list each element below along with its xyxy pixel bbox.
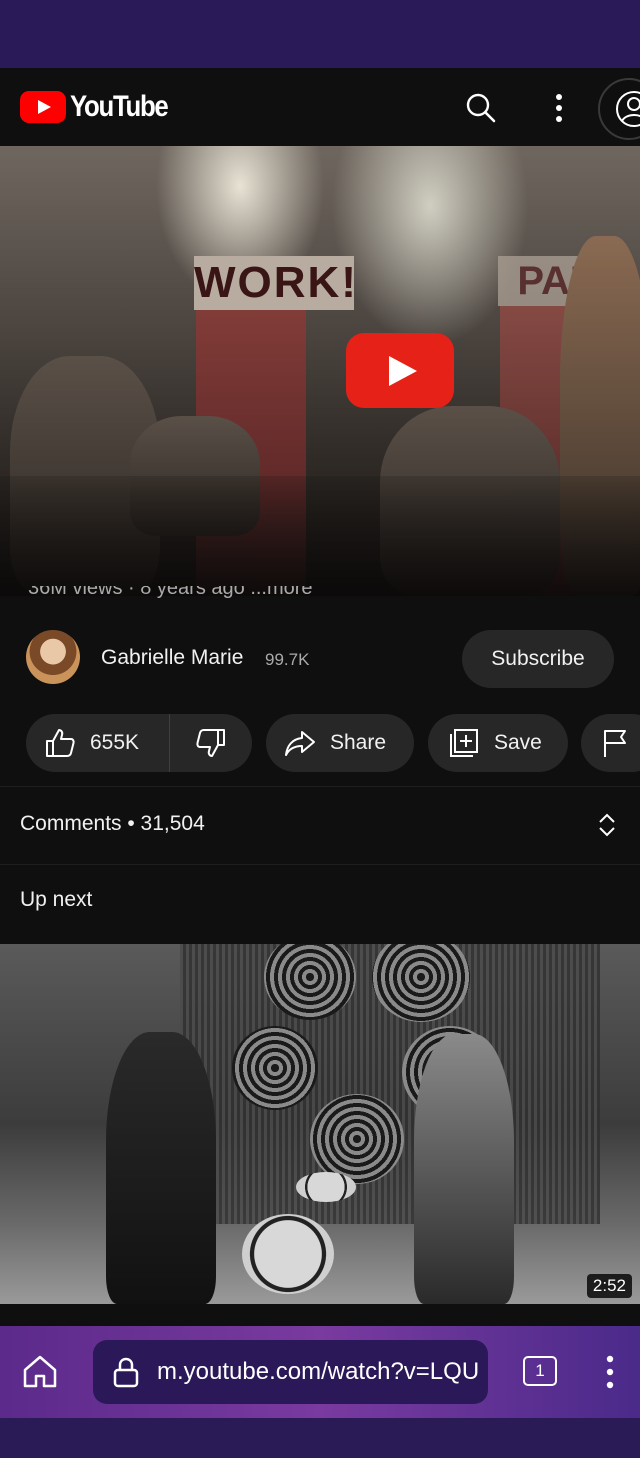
stage-disc: [310, 1094, 404, 1184]
like-dislike-pill: 655K: [26, 714, 252, 772]
channel-name[interactable]: Gabrielle Marie: [101, 646, 243, 670]
youtube-header: YouTube: [0, 68, 640, 146]
divider: [0, 864, 640, 865]
youtube-play-logo-icon: [20, 91, 66, 123]
account-button[interactable]: [598, 78, 640, 140]
more-options-button[interactable]: [539, 88, 579, 128]
like-count: 655K: [90, 731, 140, 754]
thumb-down-icon: [196, 729, 225, 757]
more-vert-icon: [556, 94, 562, 122]
share-button[interactable]: Share: [266, 714, 414, 772]
up-next-thumbnail[interactable]: 2:52: [0, 944, 640, 1304]
save-label: Save: [494, 731, 542, 754]
system-navigation-bar: [0, 1418, 640, 1458]
thumb-up-icon: [46, 729, 75, 757]
address-bar[interactable]: m.youtube.com/watch?v=LQU: [93, 1340, 488, 1404]
channel-avatar[interactable]: [26, 630, 80, 684]
watch-panel: 36M views · 8 years ago ...more Gabriell…: [0, 586, 640, 1326]
expand-collapse-icon: [599, 813, 615, 837]
share-icon: [285, 731, 315, 756]
action-row: 655K Share Save: [0, 714, 640, 774]
factory-floor: [0, 476, 640, 596]
report-button[interactable]: [581, 714, 640, 772]
lock-icon: [113, 1357, 139, 1388]
singer-figure: [106, 1032, 216, 1304]
guitarist-figure: [414, 1034, 514, 1304]
comments-section[interactable]: Comments • 31,504: [0, 786, 640, 864]
subscribe-button[interactable]: Subscribe: [462, 630, 614, 688]
browser-menu-button[interactable]: [600, 1354, 620, 1390]
dislike-button[interactable]: [170, 714, 252, 772]
save-button[interactable]: Save: [428, 714, 568, 772]
up-next-heading: Up next: [20, 888, 93, 911]
search-icon: [466, 93, 496, 123]
system-status-bar: [0, 0, 640, 68]
subscriber-count: 99.7K: [265, 650, 310, 669]
work-sign: WORK!: [194, 256, 356, 310]
home-button[interactable]: [20, 1352, 60, 1392]
drum: [296, 1172, 356, 1202]
video-duration: 2:52: [586, 1274, 632, 1298]
browser-toolbar: m.youtube.com/watch?v=LQU 1: [0, 1326, 640, 1418]
account-icon: [616, 91, 640, 127]
flag-icon: [604, 730, 626, 757]
video-player[interactable]: WORK! PAБ: [0, 146, 640, 596]
bass-drum: [242, 1214, 334, 1294]
youtube-wordmark: YouTube: [70, 90, 169, 123]
home-icon: [23, 1355, 57, 1388]
search-button[interactable]: [461, 88, 501, 128]
tab-switcher-button[interactable]: 1: [523, 1356, 557, 1386]
stage-disc: [232, 1026, 318, 1110]
video-meta-cut: 36M views · 8 years ago ...more: [28, 586, 313, 598]
play-button[interactable]: [346, 333, 454, 408]
share-label: Share: [330, 731, 387, 754]
playlist-add-icon: [450, 729, 478, 757]
like-button[interactable]: 655K: [26, 714, 170, 772]
channel-row: Gabrielle Marie 99.7K Subscribe: [0, 626, 640, 692]
more-vert-icon: [606, 1355, 614, 1389]
comments-count: Comments • 31,504: [20, 812, 205, 835]
youtube-logo[interactable]: YouTube: [20, 90, 183, 124]
url-text: m.youtube.com/watch?v=LQU: [157, 1358, 480, 1385]
